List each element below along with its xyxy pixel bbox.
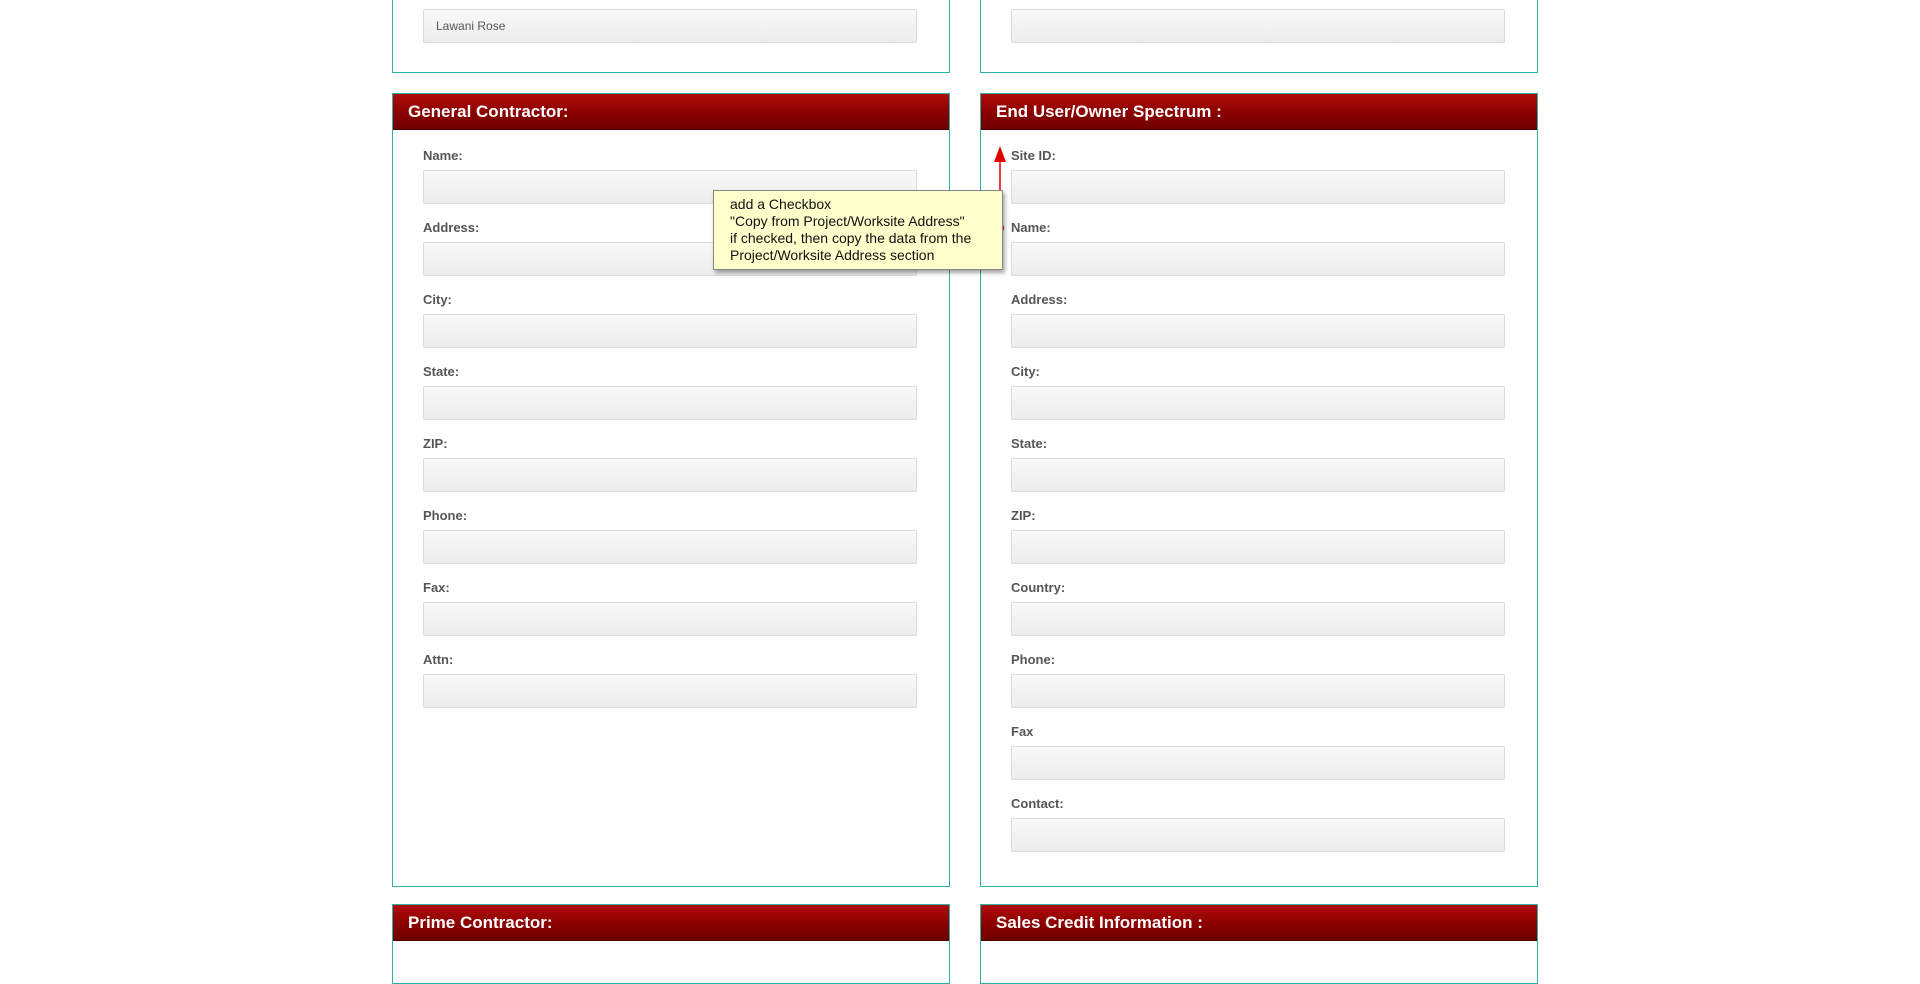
annotation-line: Project/Worksite Address section [730,247,935,263]
annotation-pointer [994,146,1006,232]
annotation-line: if checked, then copy the data from the [730,230,972,246]
annotation-line: add a Checkbox [730,196,832,212]
annotation-note: add a Checkbox "Copy from Project/Worksi… [713,190,1003,270]
annotation-line: "Copy from Project/Worksite Address" [730,213,965,229]
arrow-up-icon [994,146,1006,162]
